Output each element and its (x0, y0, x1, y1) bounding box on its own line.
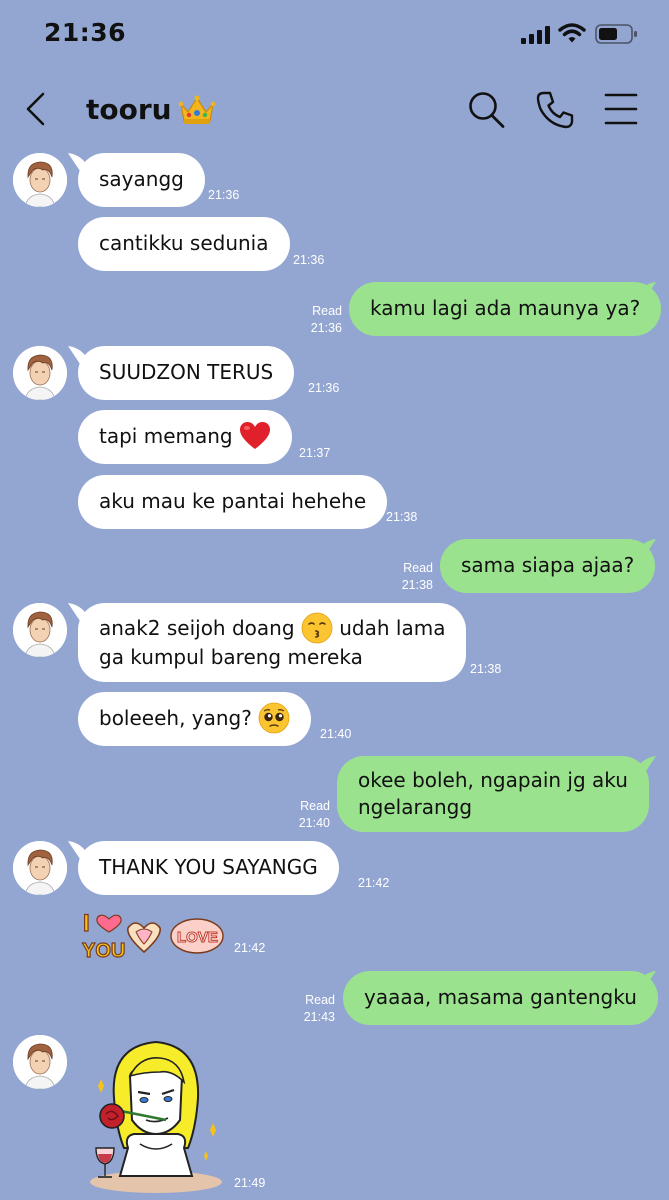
blonde-man-rose-wine-sticker[interactable] (80, 1036, 230, 1194)
message-text: okee boleh, ngapain jg aku (358, 768, 628, 792)
message-text: SUUDZON TERUS (99, 360, 274, 384)
avatar-illustration (13, 153, 67, 207)
message-bubble-outgoing[interactable]: okee boleh, ngapain jg aku ngelarangg (337, 756, 649, 832)
read-label: Read (403, 561, 433, 575)
left-eye (139, 1097, 149, 1103)
message-read-status: Read 21:36 (290, 303, 342, 337)
message-time: 21:49 (234, 1176, 266, 1190)
contact-avatar[interactable] (13, 603, 67, 657)
message-text: boleeeh, yang? (99, 706, 252, 730)
read-label: Read (305, 993, 335, 1007)
message-bubble-outgoing[interactable]: kamu lagi ada maunya ya? (349, 282, 662, 336)
avatar-illustration (13, 1035, 67, 1089)
search-icon[interactable] (466, 90, 506, 130)
pleading-face-emoji (258, 702, 290, 733)
contact-avatar[interactable] (13, 153, 67, 207)
right-eye (163, 1096, 173, 1102)
message-text: kamu lagi ada maunya ya? (370, 296, 641, 320)
contact-avatar[interactable] (13, 1035, 67, 1089)
chat-title-bar[interactable]: tooru (86, 93, 216, 126)
sparkle-icon (98, 1079, 104, 1093)
wifi-icon (558, 23, 586, 43)
message-time: 21:36 (208, 188, 240, 202)
face (128, 1064, 184, 1136)
i-love-you-sticker[interactable]: I YOU LOVE (80, 906, 226, 962)
message-text: aku mau ke pantai hehehe (99, 489, 367, 513)
message-bubble-incoming[interactable]: sayangg (78, 153, 205, 207)
message-text: cantikku sedunia (99, 231, 269, 255)
avatar-illustration (13, 346, 67, 400)
chat-title: tooru (86, 93, 172, 126)
message-time: 21:36 (308, 381, 340, 395)
message-time: 21:36 (293, 253, 325, 267)
battery-icon (595, 24, 637, 44)
message-text: udah lama (339, 616, 446, 640)
message-text: sama siapa ajaa? (461, 553, 635, 577)
bubble-tail (636, 282, 656, 300)
message-time: 21:38 (470, 662, 502, 676)
message-time: 21:40 (320, 727, 352, 741)
message-time: 21:43 (303, 1010, 335, 1024)
crown-icon (178, 95, 215, 124)
message-text: yaaaa, masama gantengku (364, 985, 637, 1009)
read-label: Read (312, 304, 342, 318)
bubble-tail (636, 756, 656, 774)
message-time: 21:42 (234, 941, 266, 955)
sparkle-icon (210, 1123, 216, 1137)
message-bubble-incoming[interactable]: aku mau ke pantai hehehe (78, 475, 388, 529)
status-time: 21:36 (44, 18, 127, 47)
contact-avatar[interactable] (13, 346, 67, 400)
message-time: 21:37 (299, 446, 331, 460)
message-time: 21:42 (358, 876, 390, 890)
message-bubble-incoming[interactable]: anak2 seijoh doang udah lama ga kumpul b… (78, 603, 467, 682)
cellular-signal-icon (521, 26, 550, 44)
message-text: ga kumpul bareng mereka (99, 644, 363, 669)
rose-icon (99, 1103, 125, 1129)
sticker-letter-i: I (83, 910, 90, 937)
message-read-status: Read 21:43 (283, 992, 335, 1026)
sticker-word-you: YOU (82, 940, 125, 962)
message-text: sayangg (99, 167, 184, 191)
message-bubble-outgoing[interactable]: sama siapa ajaa? (440, 539, 656, 593)
message-read-status: Read 21:38 (381, 560, 433, 594)
arms-folded (118, 1133, 194, 1177)
avatar-illustration (13, 841, 67, 895)
message-text: anak2 seijoh doang (99, 616, 295, 640)
contact-avatar[interactable] (13, 841, 67, 895)
bubble-tail (636, 539, 656, 557)
phone-call-icon[interactable] (535, 90, 575, 130)
message-time: 21:38 (386, 510, 418, 524)
heart-icon (96, 914, 122, 933)
sticker-word-love: LOVE (177, 929, 218, 946)
message-bubble-incoming[interactable]: tapi memang (78, 410, 292, 464)
message-bubble-outgoing[interactable]: yaaaa, masama gantengku (343, 971, 658, 1025)
message-bubble-incoming[interactable]: THANK YOU SAYANGG (78, 841, 339, 895)
message-bubble-incoming[interactable]: SUUDZON TERUS (78, 346, 295, 400)
bubble-tail (636, 971, 656, 989)
message-time: 21:40 (298, 816, 330, 830)
message-text: THANK YOU SAYANGG (99, 855, 318, 879)
message-bubble-incoming[interactable]: cantikku sedunia (78, 217, 290, 271)
message-text: ngelarangg (358, 795, 473, 819)
message-bubble-incoming[interactable]: boleeeh, yang? (78, 692, 312, 746)
message-line: anak2 seijoh doang udah lama (99, 612, 446, 644)
sparkle-icon (204, 1151, 208, 1161)
menu-icon[interactable] (604, 92, 638, 126)
kissing-emoji (301, 612, 333, 643)
avatar-illustration (13, 603, 67, 657)
message-time: 21:36 (310, 321, 342, 335)
red-heart-emoji (239, 421, 270, 449)
message-time: 21:38 (401, 578, 433, 592)
message-read-status: Read 21:40 (278, 798, 330, 832)
message-text: tapi memang (99, 424, 233, 448)
back-chevron-icon[interactable] (24, 92, 48, 126)
read-label: Read (300, 799, 330, 813)
